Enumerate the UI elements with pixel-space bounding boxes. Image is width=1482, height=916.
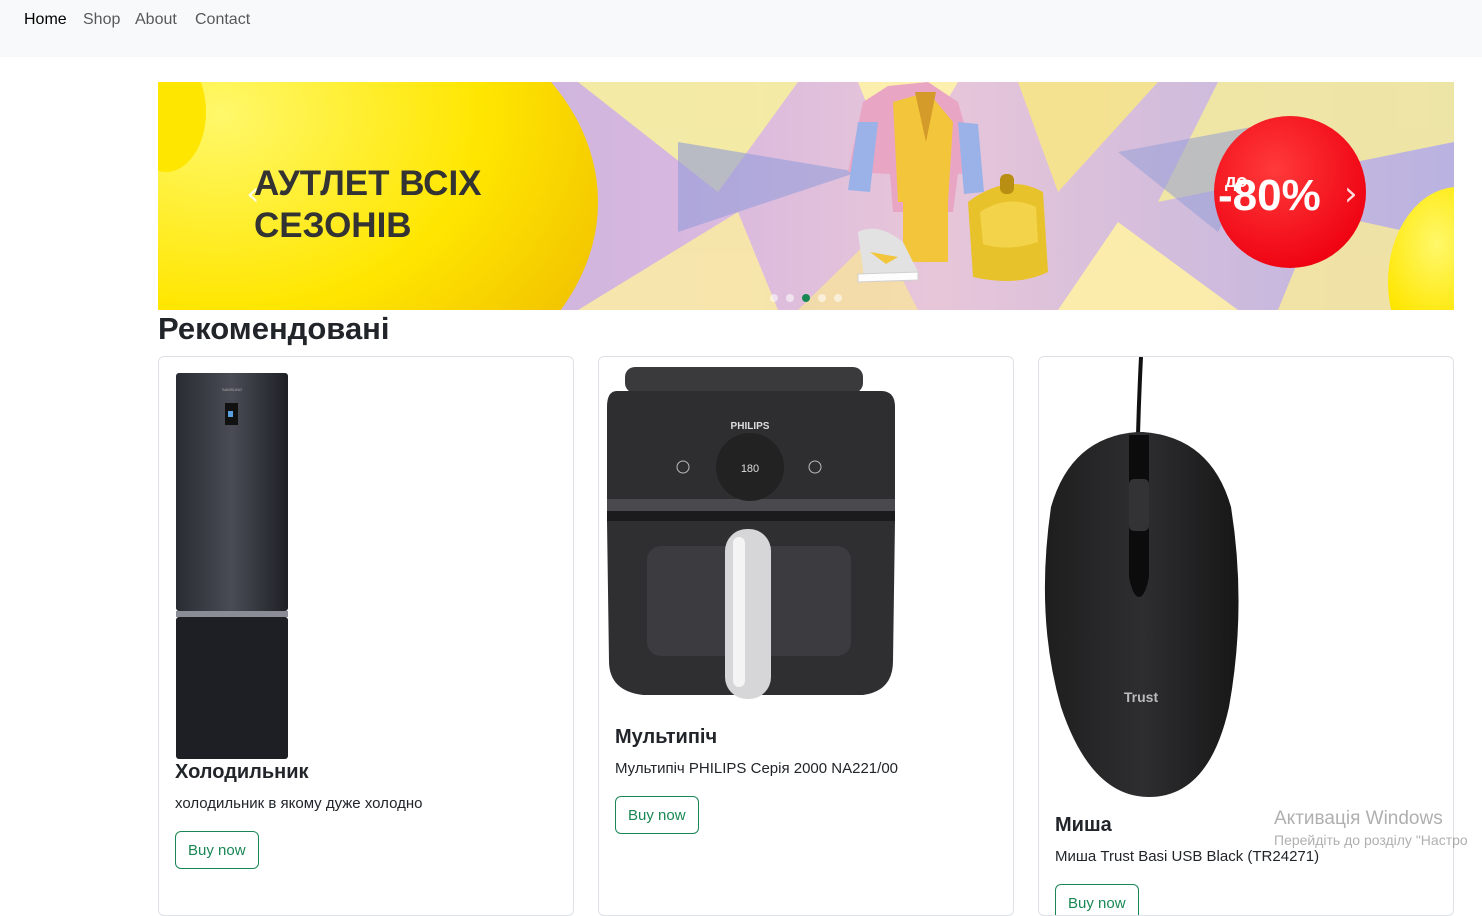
banner-headline-line1: АУТЛЕТ ВСІХ bbox=[254, 164, 482, 203]
discount-value: -80% bbox=[1218, 171, 1321, 220]
chevron-right-icon: › bbox=[1344, 174, 1358, 214]
watermark-title: Активація Windows bbox=[1274, 808, 1443, 829]
product-card: PHILIPS 180 Мультипіч Мультипіч PHILIPS … bbox=[598, 356, 1014, 916]
buy-now-button[interactable]: Buy now bbox=[1055, 884, 1139, 915]
nav-link-home[interactable]: Home bbox=[24, 11, 67, 29]
nav-link-shop[interactable]: Shop bbox=[83, 11, 120, 29]
fridge-image: SAMSUNG bbox=[176, 373, 288, 759]
buy-now-button[interactable]: Buy now bbox=[175, 831, 259, 869]
banner-headline-line2: СЕЗОНІВ bbox=[254, 206, 412, 245]
watermark-subtitle: Перейдіть до розділу "Настро bbox=[1274, 832, 1468, 848]
product-title: Мультипіч bbox=[615, 726, 718, 748]
svg-text:SAMSUNG: SAMSUNG bbox=[222, 387, 242, 392]
product-description: Миша Trust Basi USB Black (TR24271) bbox=[1055, 848, 1320, 865]
product-description: Мультипіч PHILIPS Серія 2000 NA221/00 bbox=[615, 760, 899, 777]
svg-text:PHILIPS: PHILIPS bbox=[731, 421, 770, 432]
carousel-next-button[interactable]: › bbox=[1344, 177, 1358, 211]
product-title: Холодильник bbox=[175, 761, 309, 783]
windows-activation-watermark: Активація Windows Перейдіть до розділу "… bbox=[1274, 808, 1468, 848]
nav-link-about[interactable]: About bbox=[135, 11, 177, 29]
mouse-image: Trust bbox=[1044, 357, 1239, 797]
svg-text:180: 180 bbox=[741, 463, 759, 475]
product-description: холодильник в якому дуже холодно bbox=[175, 795, 423, 812]
carousel-indicator[interactable] bbox=[770, 294, 778, 302]
buy-now-button[interactable]: Buy now bbox=[615, 796, 699, 834]
banner-image: до -80% АУТЛЕТ ВСІХ СЕЗОНІВ bbox=[158, 82, 1454, 310]
product-card: SAMSUNG Холодильник холодильник в якому … bbox=[158, 356, 574, 916]
carousel-indicator[interactable] bbox=[834, 294, 842, 302]
carousel-indicator[interactable] bbox=[818, 294, 826, 302]
carousel-indicator[interactable] bbox=[802, 294, 810, 302]
chevron-left-icon: ‹ bbox=[246, 174, 260, 214]
svg-text:Trust: Trust bbox=[1124, 689, 1159, 705]
section-title: Рекомендовані bbox=[158, 311, 390, 346]
navbar: Home Shop About Contact bbox=[0, 0, 1482, 57]
carousel-indicators bbox=[158, 294, 1454, 302]
carousel-indicator[interactable] bbox=[786, 294, 794, 302]
nav-link-contact[interactable]: Contact bbox=[195, 11, 250, 29]
carousel-prev-button[interactable]: ‹ bbox=[246, 177, 260, 211]
airfryer-image: PHILIPS 180 bbox=[607, 367, 895, 699]
hero-carousel: до -80% АУТЛЕТ ВСІХ СЕЗОНІВ ‹ › bbox=[158, 82, 1454, 310]
product-title: Миша bbox=[1055, 814, 1112, 836]
